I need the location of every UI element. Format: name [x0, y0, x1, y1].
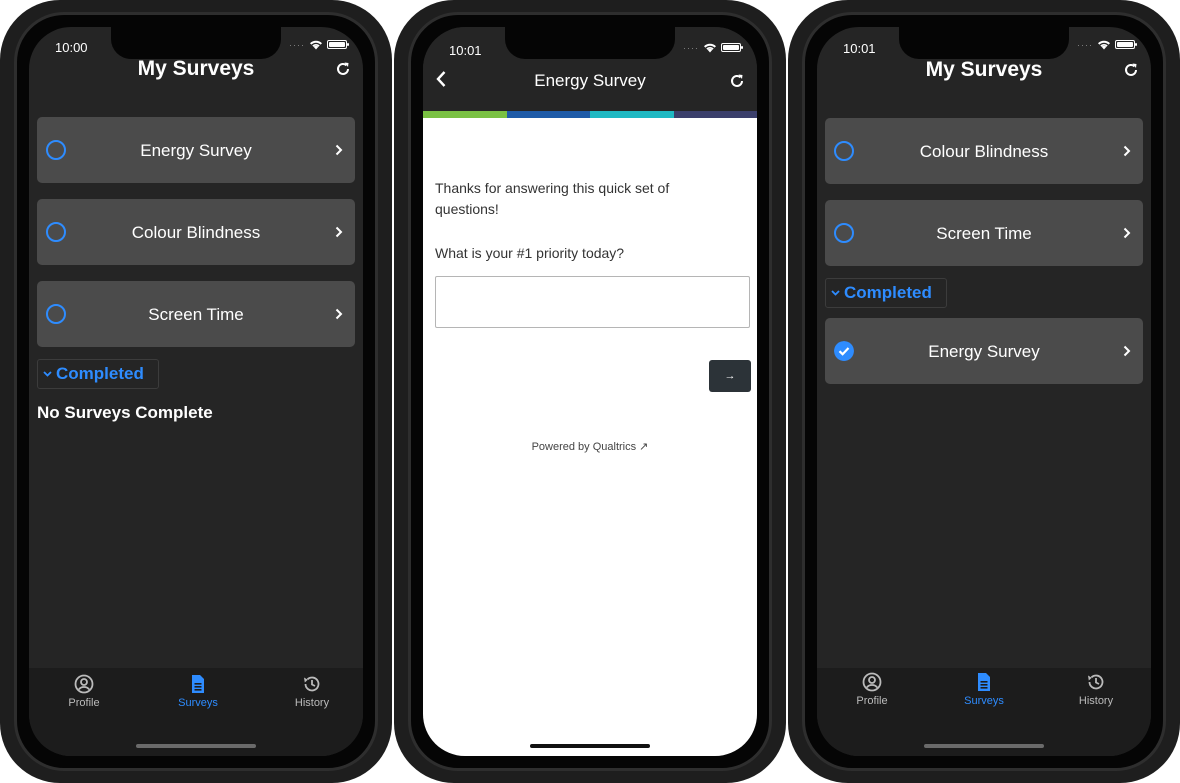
status-time: 10:01 — [843, 41, 876, 56]
survey-item-screen-time[interactable]: Screen Time — [37, 281, 355, 347]
history-icon — [304, 676, 320, 692]
profile-icon — [862, 672, 882, 692]
tab-profile[interactable]: Profile — [827, 672, 917, 707]
history-icon — [1088, 674, 1104, 690]
wifi-icon — [704, 43, 716, 53]
completed-section-toggle[interactable]: Completed — [825, 278, 947, 308]
status-icons: ···· — [1077, 39, 1137, 50]
chevron-right-icon — [1123, 145, 1131, 157]
document-icon — [978, 673, 990, 691]
tab-surveys[interactable]: Surveys — [939, 672, 1029, 707]
survey-list: Energy Survey Colour Blindness Screen Ti… — [29, 117, 363, 427]
signal-icon: ···· — [683, 42, 699, 53]
survey-label: Colour Blindness — [131, 223, 261, 242]
chevron-right-icon — [335, 144, 343, 156]
tab-history[interactable]: History — [267, 674, 357, 709]
screen: 10:01 ···· Energy Survey Thanks for answ… — [423, 27, 757, 756]
chevron-right-icon — [1123, 227, 1131, 239]
notch — [505, 27, 675, 59]
survey-item-screen-time[interactable]: Screen Time — [825, 200, 1143, 266]
phone-bezel: 10:01 ···· My Surveys Colour Blindness S — [802, 12, 1166, 771]
stripe-segment — [506, 111, 590, 118]
page-title: My Surveys — [137, 57, 255, 80]
survey-item-colour-blindness[interactable]: Colour Blindness — [37, 199, 355, 265]
page-title: My Surveys — [925, 58, 1043, 81]
phone-energy-survey: 10:01 ···· Energy Survey Thanks for answ… — [394, 0, 786, 783]
chevron-right-icon — [335, 226, 343, 238]
tab-bar: Profile Surveys History — [29, 668, 363, 756]
survey-label: Screen Time — [148, 305, 244, 324]
stripe-segment — [673, 111, 757, 118]
question-text: What is your #1 priority today? — [435, 245, 625, 261]
chevron-down-icon — [43, 371, 52, 377]
survey-intro-text: Thanks for answering this quick set of q… — [435, 180, 670, 217]
tab-label: History — [1078, 695, 1114, 707]
survey-label: Screen Time — [936, 224, 1032, 243]
answer-text-field[interactable] — [435, 276, 750, 328]
chevron-right-icon — [1123, 345, 1131, 357]
signal-icon: ···· — [289, 39, 305, 50]
tab-label: Profile — [68, 697, 100, 709]
page-title: Energy Survey — [534, 71, 646, 90]
home-indicator — [136, 744, 256, 748]
completed-label: Completed — [56, 364, 144, 383]
status-icons: ···· — [289, 39, 349, 50]
notch — [899, 27, 1069, 59]
status-time: 10:00 — [55, 40, 88, 55]
wifi-icon — [1098, 40, 1110, 50]
document-icon — [192, 675, 204, 693]
survey-list: Colour Blindness Screen Time Completed E… — [817, 118, 1151, 400]
survey-item-colour-blindness[interactable]: Colour Blindness — [825, 118, 1143, 184]
home-indicator — [530, 744, 650, 748]
completed-label: Completed — [844, 283, 932, 302]
status-time: 10:01 — [449, 43, 482, 58]
powered-by-qualtrics-link[interactable]: Powered by Qualtrics ↗ — [423, 440, 757, 453]
signal-icon: ···· — [1077, 39, 1093, 50]
wifi-icon — [310, 40, 322, 50]
profile-icon — [74, 674, 94, 694]
tab-label: Surveys — [178, 697, 218, 709]
survey-webview: Thanks for answering this quick set of q… — [423, 118, 757, 756]
tab-label: Profile — [856, 695, 888, 707]
survey-label: Energy Survey — [928, 342, 1040, 361]
battery-icon — [721, 43, 743, 52]
tab-surveys[interactable]: Surveys — [153, 674, 243, 709]
tab-bar: Profile Surveys History — [817, 668, 1151, 756]
stripe-segment — [590, 111, 674, 118]
refresh-icon[interactable] — [335, 61, 351, 77]
survey-item-energy[interactable]: Energy Survey — [37, 117, 355, 183]
home-indicator — [924, 744, 1044, 748]
phone-bezel: 10:00 ···· My Surveys Energy Survey Colo — [14, 12, 378, 771]
phone-bezel: 10:01 ···· Energy Survey Thanks for answ… — [408, 12, 772, 771]
progress-color-stripe — [423, 111, 757, 118]
survey-item-energy-completed[interactable]: Energy Survey — [825, 318, 1143, 384]
tab-history[interactable]: History — [1051, 672, 1141, 707]
stripe-segment — [423, 111, 507, 118]
notch — [111, 27, 281, 59]
screen: 10:00 ···· My Surveys Energy Survey Colo — [29, 27, 363, 756]
screen: 10:01 ···· My Surveys Colour Blindness S — [817, 27, 1151, 756]
battery-icon — [1115, 40, 1137, 49]
refresh-icon[interactable] — [729, 73, 745, 89]
completed-section-toggle[interactable]: Completed — [37, 359, 159, 389]
status-icons: ···· — [683, 42, 743, 53]
empty-message: No Surveys Complete — [37, 403, 213, 422]
survey-label: Energy Survey — [140, 141, 252, 160]
battery-icon — [327, 40, 349, 49]
survey-label: Colour Blindness — [919, 142, 1049, 161]
tab-profile[interactable]: Profile — [39, 674, 129, 709]
chevron-down-icon — [831, 290, 840, 296]
refresh-icon[interactable] — [1123, 62, 1139, 78]
chevron-right-icon — [335, 308, 343, 320]
phone-my-surveys-initial: 10:00 ···· My Surveys Energy Survey Colo — [0, 0, 392, 783]
tab-label: Surveys — [964, 695, 1004, 707]
phone-my-surveys-updated: 10:01 ···· My Surveys Colour Blindness S — [788, 0, 1180, 783]
tab-label: History — [294, 697, 330, 709]
next-button[interactable]: → — [709, 360, 751, 392]
